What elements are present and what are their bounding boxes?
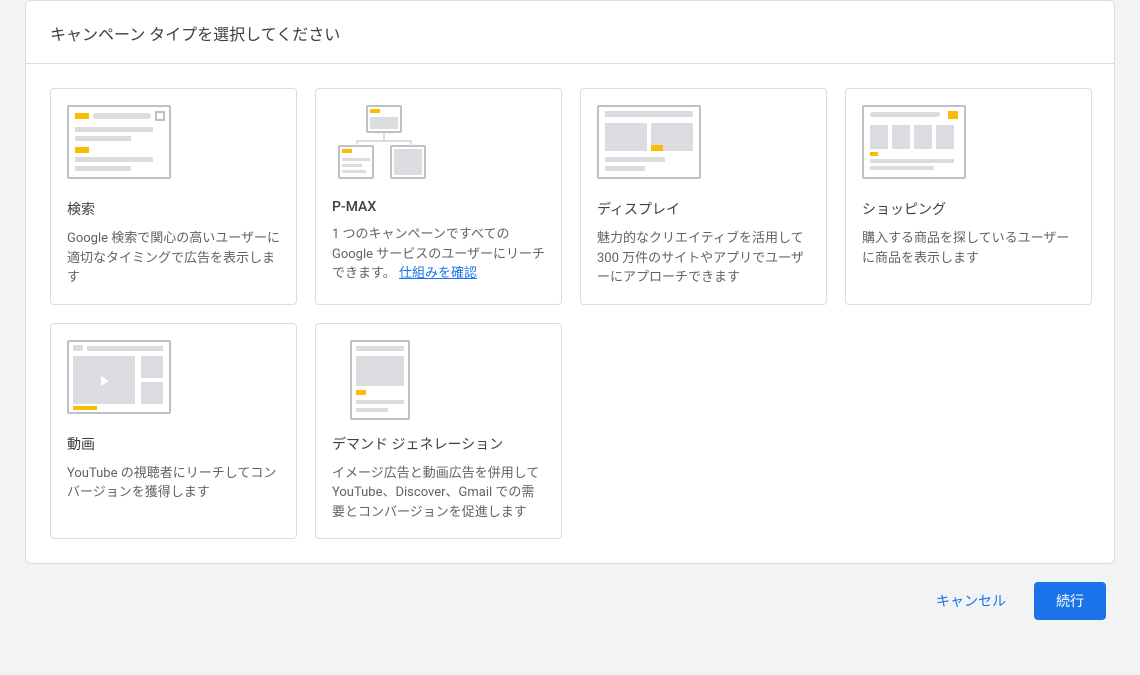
campaign-type-panel: キャンペーン タイプを選択してください 検索 Google 検索で関心の高いユー…	[25, 0, 1115, 564]
search-illustration-icon	[67, 105, 171, 185]
card-grid: 検索 Google 検索で関心の高いユーザーに適切なタイミングで広告を表示します	[26, 64, 1114, 563]
card-title: ディスプレイ	[597, 199, 810, 219]
card-description: イメージ広告と動画広告を併用して YouTube、Discover、Gmail …	[332, 464, 545, 523]
panel-title: キャンペーン タイプを選択してください	[26, 1, 1114, 64]
cancel-button[interactable]: キャンセル	[924, 583, 1018, 619]
card-description: Google 検索で関心の高いユーザーに適切なタイミングで広告を表示します	[67, 229, 280, 288]
card-description: 魅力的なクリエイティブを活用して 300 万件のサイトやアプリでユーザーにアプロ…	[597, 229, 810, 288]
pmax-illustration-icon	[332, 105, 436, 185]
continue-button[interactable]: 続行	[1034, 582, 1106, 620]
pmax-learn-more-link[interactable]: 仕組みを確認	[399, 266, 477, 281]
video-illustration-icon	[67, 340, 171, 420]
card-description: 購入する商品を探しているユーザーに商品を表示します	[862, 229, 1075, 268]
display-illustration-icon	[597, 105, 701, 185]
card-search[interactable]: 検索 Google 検索で関心の高いユーザーに適切なタイミングで広告を表示します	[50, 88, 297, 305]
card-pmax[interactable]: P-MAX 1 つのキャンペーンですべての Google サービスのユーザーにリ…	[315, 88, 562, 305]
card-shopping[interactable]: ショッピング 購入する商品を探しているユーザーに商品を表示します	[845, 88, 1092, 305]
card-title: ショッピング	[862, 199, 1075, 219]
shopping-illustration-icon	[862, 105, 966, 185]
card-display[interactable]: ディスプレイ 魅力的なクリエイティブを活用して 300 万件のサイトやアプリでユ…	[580, 88, 827, 305]
card-title: P-MAX	[332, 199, 545, 215]
card-video[interactable]: 動画 YouTube の視聴者にリーチしてコンバージョンを獲得します	[50, 323, 297, 540]
card-title: 動画	[67, 434, 280, 454]
demand-gen-illustration-icon	[332, 340, 436, 420]
card-title: 検索	[67, 199, 280, 219]
card-title: デマンド ジェネレーション	[332, 434, 545, 454]
card-description: YouTube の視聴者にリーチしてコンバージョンを獲得します	[67, 464, 280, 503]
card-description: 1 つのキャンペーンですべての Google サービスのユーザーにリーチできます…	[332, 225, 545, 284]
footer-actions: キャンセル 続行	[0, 564, 1140, 638]
card-demand-gen[interactable]: デマンド ジェネレーション イメージ広告と動画広告を併用して YouTube、D…	[315, 323, 562, 540]
